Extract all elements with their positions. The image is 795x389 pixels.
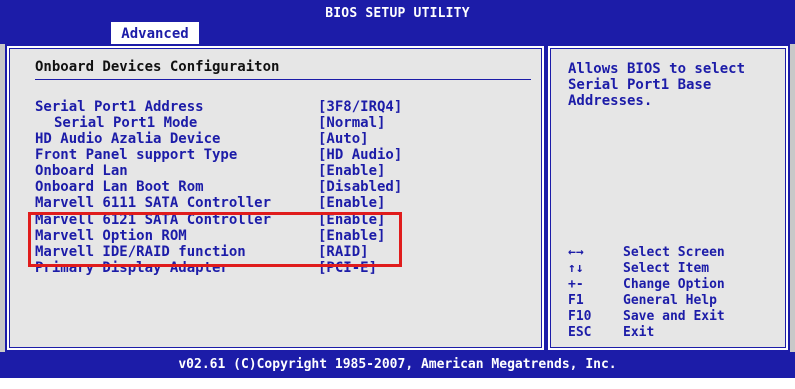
setting-value[interactable]: [Auto] xyxy=(318,131,369,147)
setting-label: Onboard Lan Boot Rom xyxy=(35,179,204,195)
key-row-general-help: F1 General Help xyxy=(568,293,717,309)
key-row-select-screen: ←→ Select Screen xyxy=(568,245,725,261)
up-down-arrows-icon: ↑↓ xyxy=(568,261,584,276)
setting-marvell-6111-sata[interactable]: Marvell 6111 SATA Controller [Enable] xyxy=(35,195,385,211)
setting-serial-port1-address[interactable]: Serial Port1 Address [3F8/IRQ4] xyxy=(35,99,402,115)
setting-serial-port1-mode[interactable]: Serial Port1 Mode [Normal] xyxy=(35,115,385,131)
help-text: Allows BIOS to select Serial Port1 Base … xyxy=(568,61,754,109)
section-title: Onboard Devices Configuraiton xyxy=(35,59,280,75)
highlight-box xyxy=(28,212,402,267)
setting-value[interactable]: [HD Audio] xyxy=(318,147,402,163)
key-name: ESC xyxy=(568,325,592,340)
setting-label: Serial Port1 Address xyxy=(35,99,204,115)
section-divider xyxy=(35,79,531,80)
key-name: +- xyxy=(568,277,584,292)
key-name: F1 xyxy=(568,293,584,308)
key-desc: Select Item xyxy=(623,261,710,276)
setting-label: Onboard Lan xyxy=(35,163,128,179)
settings-panel: Onboard Devices Configuraiton Serial Por… xyxy=(5,44,546,352)
key-name: F10 xyxy=(568,309,592,324)
key-row-change-option: +- Change Option xyxy=(568,277,725,293)
setting-value[interactable]: [Enable] xyxy=(318,163,385,179)
key-desc: General Help xyxy=(623,293,717,308)
key-row-exit: ESC Exit xyxy=(568,325,654,341)
help-panel: Allows BIOS to select Serial Port1 Base … xyxy=(546,44,790,352)
setting-label: Marvell 6111 SATA Controller xyxy=(35,195,272,211)
setting-value[interactable]: [Enable] xyxy=(318,195,385,211)
copyright-footer: v02.61 (C)Copyright 1985-2007, American … xyxy=(0,352,795,378)
tab-advanced[interactable]: Advanced xyxy=(111,22,199,44)
setting-label: Serial Port1 Mode xyxy=(54,115,198,131)
title-bar: BIOS SETUP UTILITY Advanced xyxy=(0,0,795,44)
setting-onboard-lan-boot-rom[interactable]: Onboard Lan Boot Rom [Disabled] xyxy=(35,179,402,195)
bios-screen: BIOS SETUP UTILITY Advanced Onboard Devi… xyxy=(0,0,795,378)
setting-hd-audio-azalia[interactable]: HD Audio Azalia Device [Auto] xyxy=(35,131,369,147)
setting-front-panel-type[interactable]: Front Panel support Type [HD Audio] xyxy=(35,147,402,163)
key-desc: Save and Exit xyxy=(623,309,725,324)
left-right-arrows-icon: ←→ xyxy=(568,245,584,260)
setting-onboard-lan[interactable]: Onboard Lan [Enable] xyxy=(35,163,385,179)
key-desc: Select Screen xyxy=(623,245,725,260)
key-desc: Exit xyxy=(623,325,655,340)
key-row-select-item: ↑↓ Select Item xyxy=(568,261,709,277)
setting-value[interactable]: [Disabled] xyxy=(318,179,402,195)
app-title: BIOS SETUP UTILITY xyxy=(325,6,470,21)
key-row-save-exit: F10 Save and Exit xyxy=(568,309,725,325)
setting-label: Front Panel support Type xyxy=(35,147,238,163)
setting-value[interactable]: [Normal] xyxy=(318,115,385,131)
key-legend: ←→ Select Screen ↑↓ Select Item +- Chang… xyxy=(568,245,725,341)
key-desc: Change Option xyxy=(623,277,725,292)
main-area: Onboard Devices Configuraiton Serial Por… xyxy=(0,44,795,352)
setting-label: HD Audio Azalia Device xyxy=(35,131,221,147)
setting-value[interactable]: [3F8/IRQ4] xyxy=(318,99,402,115)
